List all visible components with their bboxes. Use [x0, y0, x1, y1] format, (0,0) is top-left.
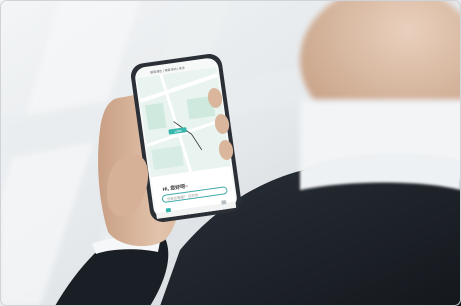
photo-scene	[0, 0, 461, 306]
pickup-pin-label[interactable]: 上車點	[168, 127, 187, 135]
